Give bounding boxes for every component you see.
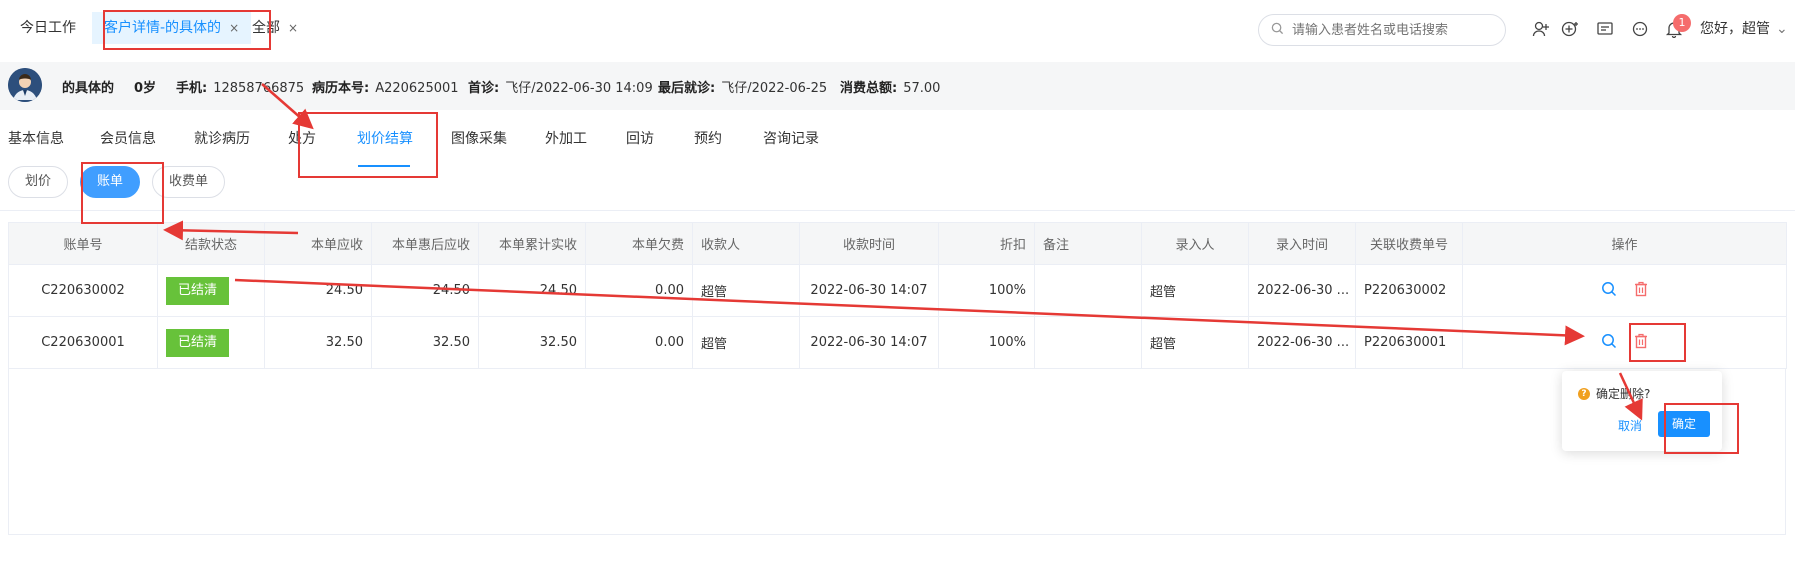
- annotation-arrows: [163, 83, 1643, 421]
- annotation-arrow: [234, 278, 1585, 346]
- annotation-arrow: [163, 220, 299, 241]
- annotation-arrow: [1618, 372, 1643, 421]
- annotation-arrow: [261, 83, 314, 130]
